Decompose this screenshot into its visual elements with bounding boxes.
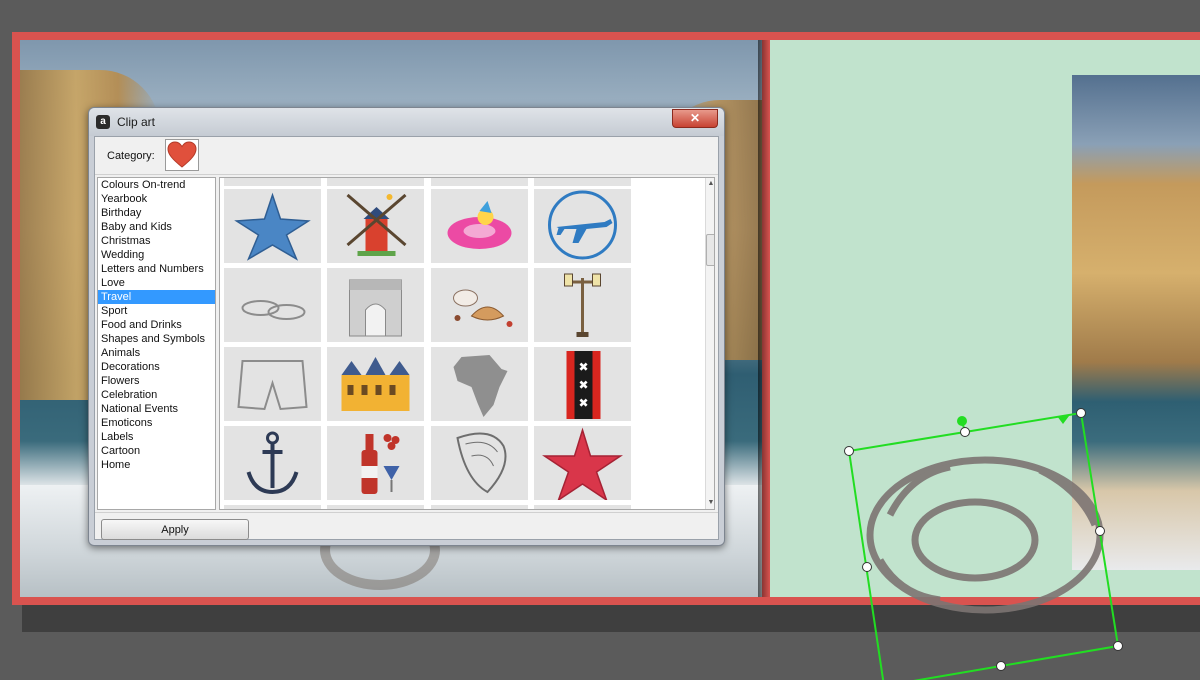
category-item-flowers[interactable]: Flowers	[98, 374, 215, 388]
clipart-tile[interactable]	[534, 268, 631, 342]
clipart-tile-partial[interactable]	[327, 505, 424, 509]
category-item-sport[interactable]: Sport	[98, 304, 215, 318]
clipart-tile[interactable]	[431, 426, 528, 500]
clipart-dialog: a Clip art ✕ Category: Colours On-trend Y…	[88, 107, 725, 546]
dialog-title: Clip art	[117, 115, 156, 129]
clipart-tile[interactable]	[327, 268, 424, 342]
category-item-birthday[interactable]: Birthday	[98, 206, 215, 220]
category-label: Category:	[107, 150, 155, 162]
category-item-wedding[interactable]: Wedding	[98, 248, 215, 262]
palace-icon	[341, 357, 410, 411]
amsterdam-flag-icon: ✖ ✖ ✖	[566, 351, 601, 419]
grid-scrollbar[interactable]: ▲ ▼	[705, 178, 714, 509]
clipart-tile-partial[interactable]	[327, 178, 424, 186]
category-item-cartoon[interactable]: Cartoon	[98, 444, 215, 458]
apply-button[interactable]: Apply	[101, 519, 249, 540]
svg-text:✖: ✖	[578, 378, 588, 392]
denim-shorts-icon	[237, 360, 308, 411]
windmill-icon	[346, 193, 407, 256]
svg-text:✖: ✖	[578, 396, 588, 410]
dialog-body: Category: Colours On-trend Yearbook Birthd…	[94, 136, 719, 540]
clipart-tile-partial[interactable]	[431, 505, 528, 509]
category-item-animals[interactable]: Animals	[98, 346, 215, 360]
category-row: Category:	[95, 137, 718, 175]
starfish-blue-icon	[234, 192, 311, 261]
clipart-tile[interactable]	[224, 347, 321, 421]
app-icon: a	[96, 115, 110, 129]
dialog-titlebar[interactable]: a Clip art ✕	[89, 108, 724, 136]
right-page[interactable]	[770, 40, 1200, 597]
clipart-tile[interactable]: ✖ ✖ ✖	[534, 347, 631, 421]
category-icon-button[interactable]	[165, 139, 199, 171]
clipart-tile-partial[interactable]	[224, 178, 321, 186]
clipart-tile-partial[interactable]	[431, 178, 528, 186]
clipart-tile[interactable]	[327, 189, 424, 263]
book-spine	[758, 40, 770, 597]
clipart-tile[interactable]	[224, 189, 321, 263]
page-shadow	[22, 604, 1200, 632]
close-button[interactable]: ✕	[672, 109, 718, 128]
clipart-tile[interactable]	[327, 426, 424, 500]
category-item-yearbook[interactable]: Yearbook	[98, 192, 215, 206]
arc-de-triomphe-icon	[349, 279, 402, 337]
flip-flops-icon	[241, 300, 306, 320]
seashell-icon	[456, 432, 507, 494]
category-item-decorations[interactable]: Decorations	[98, 360, 215, 374]
dialog-footer: Apply	[95, 512, 718, 540]
clipart-tile-partial[interactable]	[534, 505, 631, 509]
clipart-tile[interactable]	[224, 268, 321, 342]
croissant-coffee-icon	[453, 289, 513, 327]
category-item-baby-and-kids[interactable]: Baby and Kids	[98, 220, 215, 234]
clipart-grid[interactable]: ✖ ✖ ✖ ▲ ▼	[219, 177, 715, 510]
category-item-food-and-drinks[interactable]: Food and Drinks	[98, 318, 215, 332]
category-item-colours-on-trend[interactable]: Colours On-trend	[98, 178, 215, 192]
category-item-national-events[interactable]: National Events	[98, 402, 215, 416]
clipart-tile[interactable]	[224, 426, 321, 500]
category-item-travel[interactable]: Travel	[98, 290, 215, 304]
heart-icon	[167, 141, 197, 168]
category-item-emoticons[interactable]: Emoticons	[98, 416, 215, 430]
category-item-labels[interactable]: Labels	[98, 430, 215, 444]
category-item-home[interactable]: Home	[98, 458, 215, 472]
clipart-tile[interactable]	[534, 189, 631, 263]
starfish-red-icon	[542, 427, 623, 502]
wine-bottle-icon	[361, 434, 400, 494]
scroll-thumb[interactable]	[706, 234, 714, 266]
clipart-tile[interactable]	[431, 347, 528, 421]
street-lamp-icon	[564, 273, 601, 337]
clipart-tile[interactable]	[431, 189, 528, 263]
scroll-up-arrow[interactable]: ▲	[706, 178, 714, 190]
swim-ring-icon	[447, 201, 512, 249]
clipart-tile-partial[interactable]	[224, 505, 321, 509]
clipart-tile[interactable]	[327, 347, 424, 421]
category-list[interactable]: Colours On-trend Yearbook Birthday Baby and…	[97, 177, 216, 510]
anchor-icon	[246, 431, 299, 495]
category-item-celebration[interactable]: Celebration	[98, 388, 215, 402]
airplane-icon	[548, 190, 617, 260]
clipart-tile[interactable]	[431, 268, 528, 342]
africa-map-icon	[453, 355, 508, 417]
scroll-down-arrow[interactable]: ▼	[706, 497, 714, 509]
right-page-photo[interactable]	[1072, 75, 1200, 570]
category-item-christmas[interactable]: Christmas	[98, 234, 215, 248]
category-item-love[interactable]: Love	[98, 276, 215, 290]
category-item-shapes-and-symbols[interactable]: Shapes and Symbols	[98, 332, 215, 346]
category-item-letters-and-numbers[interactable]: Letters and Numbers	[98, 262, 215, 276]
clipart-tile[interactable]	[534, 426, 631, 502]
clipart-tile-partial[interactable]	[534, 178, 631, 186]
svg-text:✖: ✖	[578, 360, 588, 374]
